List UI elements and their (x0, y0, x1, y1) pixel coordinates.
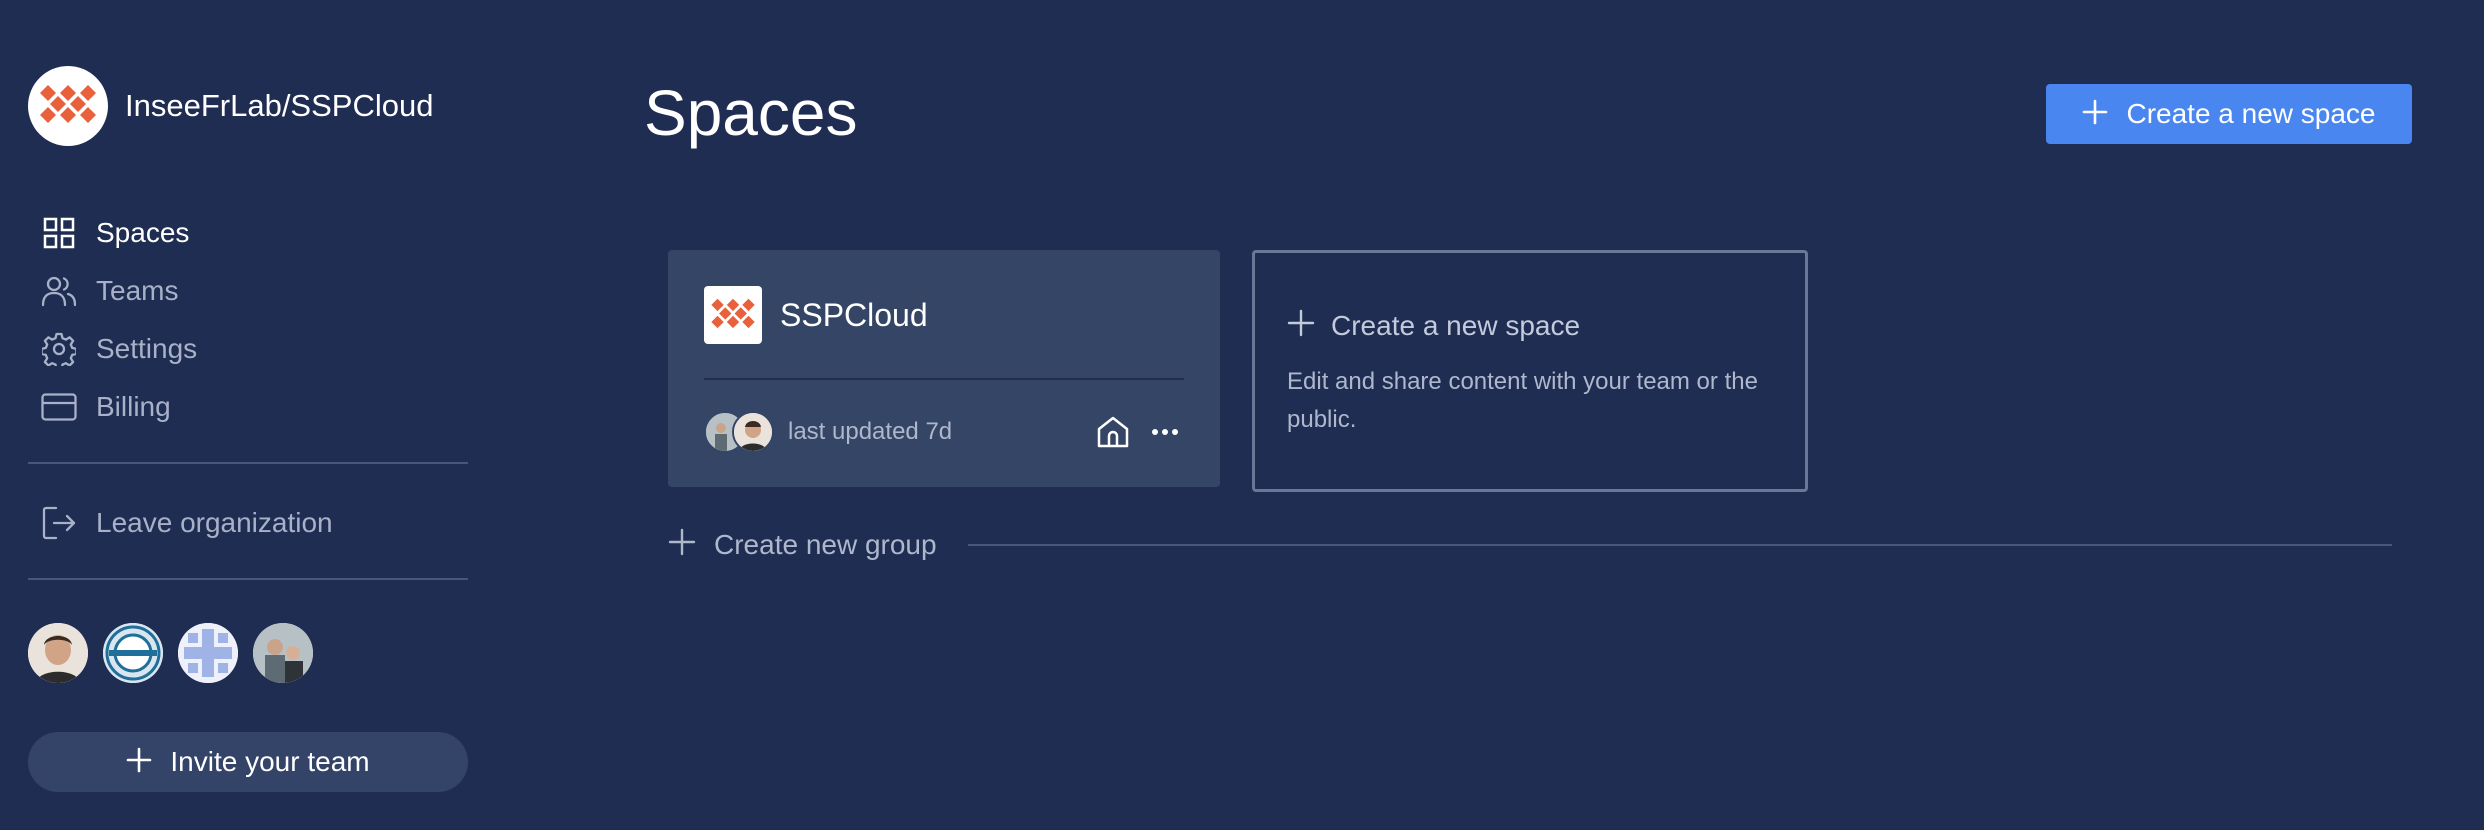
logout-icon (40, 504, 78, 542)
sidebar-divider (28, 578, 468, 580)
create-space-label: Create a new space (2126, 98, 2376, 129)
create-group-label: Create new group (714, 528, 937, 560)
diamond-grid-logo-icon (711, 298, 755, 329)
credit-card-icon (40, 388, 78, 426)
space-logo (704, 286, 762, 344)
page-title: Spaces (644, 77, 858, 149)
sidebar-item-billing[interactable]: Billing (40, 378, 197, 436)
last-updated-text: last updated 7d (788, 418, 953, 445)
more-options-button[interactable] (1146, 413, 1184, 451)
group-divider (968, 544, 2392, 546)
plus-icon (2082, 99, 2108, 130)
space-card[interactable]: SSPCloud last updated 7d (668, 250, 1220, 487)
org-header[interactable]: InseeFrLab/SSPCloud (28, 66, 433, 146)
invite-team-button[interactable]: Invite your team (28, 732, 468, 792)
home-icon (1097, 416, 1129, 448)
avatar[interactable] (178, 623, 238, 683)
sidebar-item-label: Teams (96, 275, 179, 306)
invite-team-label: Invite your team (170, 746, 370, 777)
card-divider (704, 378, 1184, 380)
create-group-button[interactable]: Create new group (668, 528, 937, 561)
grid-icon (40, 214, 78, 252)
avatar (732, 411, 774, 453)
more-icon (1152, 429, 1178, 435)
plus-icon (1287, 309, 1315, 342)
gear-icon (40, 330, 78, 368)
sidebar: InseeFrLab/SSPCloud Spaces Teams Setting… (0, 0, 480, 830)
sidebar-item-spaces[interactable]: Spaces (40, 204, 197, 262)
create-space-button[interactable]: Create a new space (2046, 84, 2412, 144)
sidebar-item-label: Settings (96, 333, 198, 364)
new-space-card[interactable]: Create a new space Edit and share conten… (1252, 250, 1808, 492)
new-space-title-label: Create a new space (1331, 309, 1581, 341)
plus-icon (126, 747, 152, 778)
member-avatars (28, 623, 328, 683)
new-space-description: Edit and share content with your team or… (1287, 368, 1758, 433)
sidebar-item-label: Billing (96, 391, 171, 422)
space-members (704, 411, 774, 453)
avatar[interactable] (28, 623, 88, 683)
sidebar-nav: Spaces Teams Settings Billing (40, 204, 197, 436)
avatar[interactable] (253, 623, 313, 683)
plus-icon (668, 528, 696, 561)
leave-organization-label: Leave organization (96, 507, 333, 538)
org-logo (28, 66, 108, 146)
new-space-title: Create a new space (1287, 309, 1580, 342)
space-name: SSPCloud (780, 297, 928, 333)
sidebar-item-settings[interactable]: Settings (40, 320, 197, 378)
space-card-footer: last updated 7d (704, 410, 1184, 454)
org-name: InseeFrLab/SSPCloud (125, 88, 434, 123)
home-button[interactable] (1094, 413, 1132, 451)
avatar[interactable] (103, 623, 163, 683)
diamond-grid-logo-icon (40, 85, 96, 123)
space-card-actions (1094, 413, 1184, 451)
sidebar-item-teams[interactable]: Teams (40, 262, 197, 320)
sidebar-divider (28, 462, 468, 464)
users-icon (40, 272, 78, 310)
sidebar-item-label: Spaces (96, 217, 190, 248)
leave-organization-button[interactable]: Leave organization (40, 494, 333, 552)
